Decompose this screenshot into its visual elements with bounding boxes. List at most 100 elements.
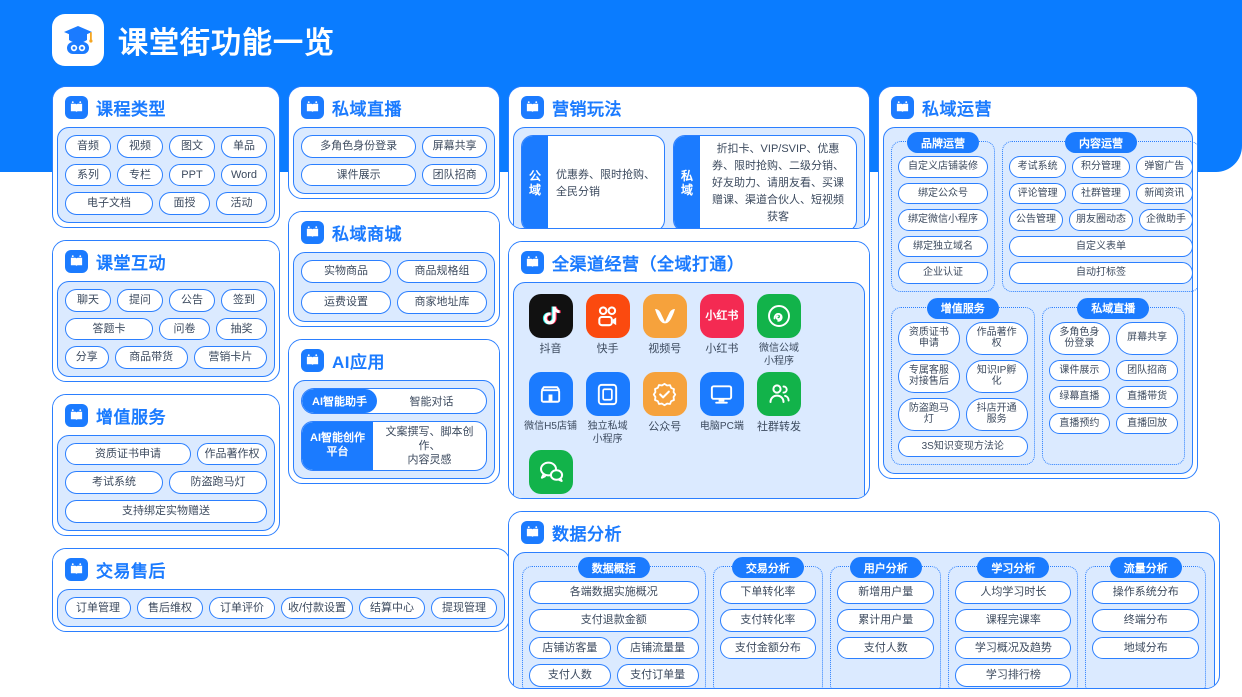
tag-pill[interactable]: 3S知识变现方法论 xyxy=(898,435,1028,457)
tag-pill[interactable]: 售后维权 xyxy=(136,596,203,620)
tag-pill[interactable]: 课件展示 xyxy=(301,163,417,187)
tag-pill[interactable]: 聊天 xyxy=(65,288,111,312)
channel-wechat-channels[interactable]: 视频号 xyxy=(637,294,692,368)
tag-pill[interactable]: 支付金额分布 xyxy=(719,636,817,660)
tag-pill[interactable]: 分享 xyxy=(65,346,109,369)
tag-pill[interactable]: 电子文档 xyxy=(65,192,153,215)
channel-moments[interactable]: 朋友圈 xyxy=(523,450,578,498)
tag-pill[interactable]: 防盗跑马灯 xyxy=(169,471,267,495)
tag-pill[interactable]: 图文 xyxy=(169,135,215,158)
tag-pill[interactable]: PPT xyxy=(169,163,215,187)
tag-pill[interactable]: 提问 xyxy=(117,288,163,312)
tag-pill[interactable]: 课件展示 xyxy=(1048,359,1111,381)
tag-pill[interactable]: 多角色身份登录 xyxy=(1048,321,1111,355)
tag-pill[interactable]: 抖店开通服务 xyxy=(965,397,1028,431)
tag-pill[interactable]: 营销卡片 xyxy=(193,346,267,369)
channel-douyin[interactable]: 抖音 xyxy=(523,294,578,368)
tag-pill[interactable]: 知识IP孵化 xyxy=(965,359,1028,393)
tag-pill[interactable]: 弹窗广告 xyxy=(1135,156,1193,178)
tag-pill[interactable]: 屏幕共享 xyxy=(1116,321,1178,355)
tag-pill[interactable]: 订单管理 xyxy=(65,596,131,620)
tag-pill[interactable]: 新增用户量 xyxy=(837,581,935,604)
tag-pill[interactable]: 签到 xyxy=(221,288,267,312)
tag-pill[interactable]: 自动打标签 xyxy=(1009,262,1193,284)
tag-pill[interactable]: 音频 xyxy=(65,135,111,158)
tag-pill[interactable]: 资质证书申请 xyxy=(65,442,191,466)
tag-pill[interactable]: 地域分布 xyxy=(1092,636,1199,660)
tag-pill[interactable]: 人均学习时长 xyxy=(955,581,1072,604)
tag-pill[interactable]: 答题卡 xyxy=(65,317,153,341)
tag-pill[interactable]: 绑定公众号 xyxy=(898,182,988,204)
tag-pill[interactable]: 订单评价 xyxy=(208,596,275,620)
tag-pill[interactable]: Word xyxy=(221,163,267,187)
channel-desktop-pc[interactable]: 电脑PC端 xyxy=(694,372,749,446)
channel-wechat-miniprogram-public[interactable]: 微信公域 小程序 xyxy=(751,294,806,368)
ai-create-platform-row[interactable]: AI智能创作 平台 文案撰写、脚本创作、 内容灵感 xyxy=(301,420,487,472)
tag-pill[interactable]: 系列 xyxy=(65,163,111,187)
tag-pill[interactable]: 课程完课率 xyxy=(955,608,1072,632)
tag-pill[interactable]: 支付人数 xyxy=(529,664,611,687)
tag-pill[interactable]: 公告管理 xyxy=(1009,209,1063,231)
tag-pill[interactable]: 朋友圈动态 xyxy=(1069,209,1133,231)
tag-pill[interactable]: 店铺流量量 xyxy=(616,636,699,660)
ai-assistant-row[interactable]: AI智能助手 智能对话 xyxy=(301,387,487,414)
tag-pill[interactable]: 学习排行榜 xyxy=(955,664,1072,687)
tag-pill[interactable]: 商品规格组 xyxy=(397,260,487,283)
tag-pill[interactable]: 绑定独立域名 xyxy=(898,235,988,257)
tag-pill[interactable]: 视频 xyxy=(117,135,163,158)
tag-pill[interactable]: 抽奖 xyxy=(216,317,267,341)
tag-pill[interactable]: 各端数据实施概况 xyxy=(529,581,699,604)
tag-pill[interactable]: 操作系统分布 xyxy=(1092,581,1199,604)
tag-pill[interactable]: 问卷 xyxy=(159,317,210,341)
tag-pill[interactable]: 屏幕共享 xyxy=(422,135,487,158)
tag-pill[interactable]: 支付人数 xyxy=(837,636,935,660)
tag-pill[interactable]: 专栏 xyxy=(117,163,163,187)
tag-pill[interactable]: 自定义店铺装修 xyxy=(898,156,988,178)
channel-official-account[interactable]: 公众号 xyxy=(637,372,692,446)
channel-standalone-miniprogram[interactable]: 独立私域 小程序 xyxy=(580,372,635,446)
tag-pill[interactable]: 作品著作权 xyxy=(197,442,267,466)
tag-pill[interactable]: 社群管理 xyxy=(1072,182,1130,204)
tag-pill[interactable]: 支付订单量 xyxy=(616,664,699,687)
tag-pill[interactable]: 直播预约 xyxy=(1048,412,1111,434)
tag-pill[interactable]: 多角色身份登录 xyxy=(301,135,417,158)
tag-pill[interactable]: 资质证书申请 xyxy=(898,321,960,355)
tag-pill[interactable]: 直播回放 xyxy=(1116,412,1178,434)
tag-pill[interactable]: 活动 xyxy=(216,192,267,215)
tag-pill[interactable]: 实物商品 xyxy=(301,260,391,283)
tag-pill[interactable]: 公告 xyxy=(169,288,215,312)
tag-pill[interactable]: 考试系统 xyxy=(65,471,163,495)
private-domain-block[interactable]: 私 域 折扣卡、VIP/SVIP、优惠券、限时抢购、二级分销、好友助力、请朋友看… xyxy=(673,135,857,229)
channel-xiaohongshu[interactable]: 小红书 小红书 xyxy=(694,294,749,368)
tag-pill[interactable]: 直播带货 xyxy=(1116,386,1178,408)
tag-pill[interactable]: 作品著作权 xyxy=(965,321,1028,355)
tag-pill[interactable]: 绑定微信小程序 xyxy=(898,209,988,231)
channel-kuaishou[interactable]: 快手 xyxy=(580,294,635,368)
tag-pill[interactable]: 专属客服对接售后 xyxy=(898,359,960,393)
tag-pill[interactable]: 支持绑定实物赠送 xyxy=(65,500,267,523)
public-domain-block[interactable]: 公 域 优惠券、限时抢购、全民分销 xyxy=(521,135,665,229)
tag-pill[interactable]: 累计用户量 xyxy=(837,608,935,632)
channel-h5-shop[interactable]: 微信H5店铺 xyxy=(523,372,578,446)
tag-pill[interactable]: 新闻资讯 xyxy=(1135,182,1193,204)
tag-pill[interactable]: 运费设置 xyxy=(301,290,391,314)
tag-pill[interactable]: 店铺访客量 xyxy=(529,636,611,660)
tag-pill[interactable]: 商品带货 xyxy=(114,346,188,369)
channel-community-share[interactable]: 社群转发 xyxy=(751,372,806,446)
tag-pill[interactable]: 积分管理 xyxy=(1072,156,1130,178)
tag-pill[interactable]: 商家地址库 xyxy=(397,290,487,314)
tag-pill[interactable]: 防盗跑马灯 xyxy=(898,397,960,431)
tag-pill[interactable]: 考试系统 xyxy=(1009,156,1067,178)
tag-pill[interactable]: 下单转化率 xyxy=(719,581,817,604)
tag-pill[interactable]: 自定义表单 xyxy=(1009,235,1193,257)
tag-pill[interactable]: 企微助手 xyxy=(1139,209,1193,231)
tag-pill[interactable]: 面授 xyxy=(159,192,210,215)
tag-pill[interactable]: 评论管理 xyxy=(1009,182,1067,204)
tag-pill[interactable]: 团队招商 xyxy=(1116,359,1178,381)
tag-pill[interactable]: 单品 xyxy=(221,135,267,158)
tag-pill[interactable]: 支付转化率 xyxy=(719,608,817,632)
tag-pill[interactable]: 终端分布 xyxy=(1092,608,1199,632)
tag-pill[interactable]: 绿幕直播 xyxy=(1048,386,1111,408)
tag-pill[interactable]: 团队招商 xyxy=(422,163,487,187)
tag-pill[interactable]: 学习概况及趋势 xyxy=(955,636,1072,660)
